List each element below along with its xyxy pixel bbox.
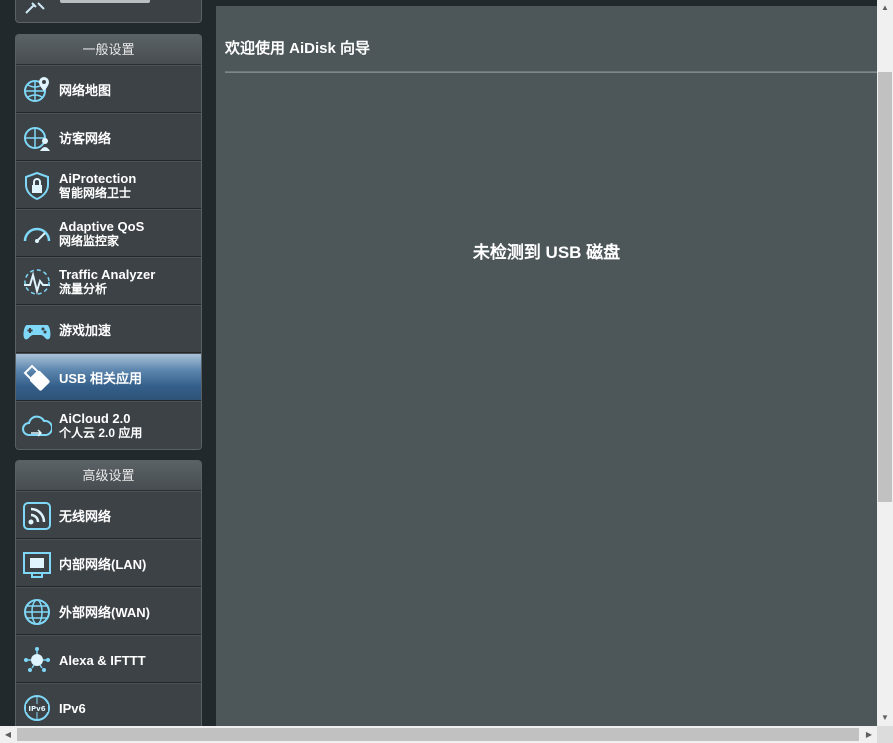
menu-item-aiprotection[interactable]: AiProtection 智能网络卫士 xyxy=(16,161,201,209)
gamepad-icon xyxy=(22,315,52,345)
menu-item-label: AiProtection xyxy=(59,171,137,186)
menu-item-usb-application[interactable]: USB 相关应用 xyxy=(16,353,201,401)
no-usb-message: 未检测到 USB 磁盘 xyxy=(472,243,621,262)
menu-item-label: 内部网络(LAN) xyxy=(59,556,147,572)
menu-item-network-map[interactable]: 网络地图 xyxy=(16,65,201,113)
menu-item-alexa-ifttt[interactable]: Alexa & IFTTT xyxy=(16,635,201,683)
alexa-icon xyxy=(22,645,52,675)
menu-item-label: 外部网络(WAN) xyxy=(59,604,150,620)
speedometer-icon xyxy=(22,219,52,249)
scrollbar-corner xyxy=(877,726,893,743)
cloud-icon xyxy=(22,411,54,441)
aidisk-wizard-panel: 欢迎使用 AiDisk 向导 未检测到 USB 磁盘 xyxy=(216,6,877,726)
usb-stick-icon xyxy=(22,363,52,393)
menu-item-label: 网络地图 xyxy=(59,82,112,98)
page-title: 欢迎使用 AiDisk 向导 xyxy=(225,40,371,57)
general-settings-header: 一般设置 xyxy=(16,35,201,65)
menu-item-label: 访客网络 xyxy=(59,130,112,146)
vertical-scroll-thumb[interactable] xyxy=(878,72,892,502)
menu-item-sublabel: 智能网络卫士 xyxy=(59,186,132,200)
menu-item-lan[interactable]: 内部网络(LAN) xyxy=(16,539,201,587)
scroll-down-arrow-icon[interactable]: ▼ xyxy=(877,710,893,726)
menu-item-aicloud[interactable]: AiCloud 2.0 个人云 2.0 应用 xyxy=(16,401,201,449)
vertical-scrollbar[interactable]: ▲ ▼ xyxy=(877,0,893,726)
guest-network-icon xyxy=(22,123,52,153)
advanced-settings-group: 高级设置 无线网络 内部网络(LAN) 外部网络(WAN) Alexa & IF… xyxy=(15,460,202,732)
menu-item-traffic-analyzer[interactable]: Traffic Analyzer 流量分析 xyxy=(16,257,201,305)
title-divider xyxy=(225,71,877,73)
shield-lock-icon xyxy=(22,171,52,201)
menu-item-label: AiCloud 2.0 xyxy=(59,411,131,426)
traffic-analyzer-icon xyxy=(22,267,52,297)
wireless-icon xyxy=(22,501,52,531)
menu-item-label: Traffic Analyzer xyxy=(59,267,156,282)
scroll-right-arrow-icon[interactable]: ▶ xyxy=(861,726,877,743)
quick-setup-card[interactable] xyxy=(15,0,202,23)
horizontal-scroll-thumb[interactable] xyxy=(17,728,859,741)
ipv6-icon: IPv6 xyxy=(22,693,52,723)
scroll-up-arrow-icon[interactable]: ▲ xyxy=(877,0,893,16)
menu-item-ipv6[interactable]: IPv6 IPv6 xyxy=(16,683,201,731)
menu-item-label: 无线网络 xyxy=(59,508,112,524)
menu-item-sublabel: 个人云 2.0 应用 xyxy=(59,426,143,440)
menu-item-label: USB 相关应用 xyxy=(59,370,143,386)
menu-item-label: Adaptive QoS xyxy=(59,219,145,234)
horizontal-scrollbar[interactable]: ◀ ▶ xyxy=(0,726,877,743)
menu-item-adaptive-qos[interactable]: Adaptive QoS 网络监控家 xyxy=(16,209,201,257)
globe-pin-icon xyxy=(22,75,52,105)
menu-item-sublabel: 流量分析 xyxy=(59,282,108,296)
menu-item-guest-network[interactable]: 访客网络 xyxy=(16,113,201,161)
scroll-left-arrow-icon[interactable]: ◀ xyxy=(0,726,16,743)
wrench-icon xyxy=(25,2,45,14)
menu-item-game-boost[interactable]: 游戏加速 xyxy=(16,305,201,353)
advanced-settings-header: 高级设置 xyxy=(16,461,201,491)
svg-text:IPv6: IPv6 xyxy=(28,705,45,713)
menu-item-label: 游戏加速 xyxy=(59,322,112,338)
wan-globe-icon xyxy=(22,597,52,627)
menu-item-label: IPv6 xyxy=(59,700,86,716)
quick-setup-label xyxy=(60,0,150,3)
menu-item-label: Alexa & IFTTT xyxy=(59,652,146,668)
lan-icon xyxy=(22,549,52,579)
menu-item-wan[interactable]: 外部网络(WAN) xyxy=(16,587,201,635)
menu-item-sublabel: 网络监控家 xyxy=(59,234,120,248)
general-settings-group: 一般设置 网络地图 访客网络 AiProtection 智能网络卫士 Adapt… xyxy=(15,34,202,450)
menu-item-wireless[interactable]: 无线网络 xyxy=(16,491,201,539)
